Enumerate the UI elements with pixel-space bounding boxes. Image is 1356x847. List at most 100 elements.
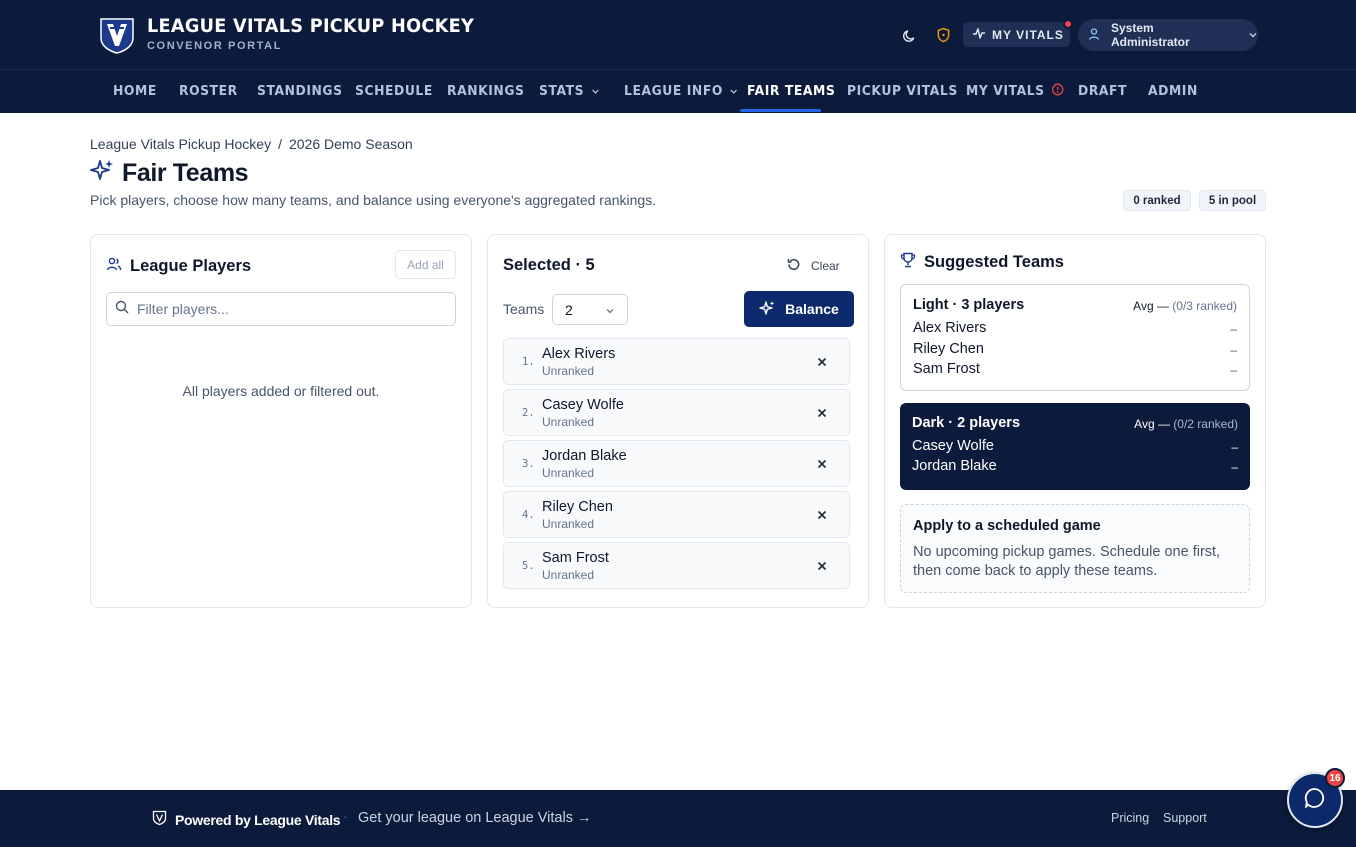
player-rank-status: Unranked [542,466,595,480]
top-bar: LEAGUE VITALS PICKUP HOCKEY CONVENOR POR… [0,0,1356,70]
nav-fair-teams[interactable]: FAIR TEAMS [747,70,835,113]
team-player-name: Riley Chen [913,341,984,357]
team-player-rating: – [1230,363,1237,377]
remove-player-icon[interactable] [812,557,832,575]
footer-brand-link[interactable]: Powered by League Vitals [152,810,341,829]
chevron-down-icon [591,84,600,99]
nav-draft[interactable]: DRAFT [1078,70,1127,113]
footer-support-link[interactable]: Support [1163,811,1207,825]
moon-icon[interactable] [898,24,920,46]
user-menu-button[interactable]: System Administrator [1078,19,1258,51]
selected-players-card: Selected · 5 Clear Teams 2 Balance 1. Al… [487,234,869,608]
nav-stats[interactable]: STATS [539,70,599,113]
player-filter-input[interactable] [137,301,437,317]
footer-separator: · [343,808,348,824]
clear-label: Clear [811,259,840,273]
clear-button[interactable]: Clear [786,257,840,275]
team-avg-value: Avg — [1133,299,1169,313]
my-vitals-label: MY VITALS [992,27,1064,42]
player-rank-status: Unranked [542,568,595,582]
selected-player-row: 5. Sam Frost Unranked [503,542,850,589]
team-player-name: Sam Frost [913,361,980,377]
breadcrumb-league[interactable]: League Vitals Pickup Hockey [90,136,271,152]
sparkles-icon [759,300,775,319]
breadcrumb-separator: / [278,136,282,152]
apply-to-game-box: Apply to a scheduled game No upcoming pi… [900,504,1250,593]
nav-my-vitals-label: MY VITALS [966,84,1045,99]
nav-schedule[interactable]: SCHEDULE [355,70,433,113]
team-average: Avg — (0/3 ranked) [1133,299,1237,313]
add-all-button[interactable]: Add all [395,250,456,279]
league-shield-logo[interactable] [98,16,136,54]
player-name: Alex Rivers [542,346,616,362]
nav-league-info-label: LEAGUE INFO [624,84,723,99]
chevron-down-icon [1248,28,1258,42]
suggested-teams-card: Suggested Teams Light · 3 players Avg — … [884,234,1266,608]
footer-pricing-link[interactable]: Pricing [1111,811,1149,825]
main-nav: HOME ROSTER STANDINGS SCHEDULE RANKINGS … [0,70,1356,113]
sparkles-icon [90,158,114,189]
nav-pickup-vitals[interactable]: PICKUP VITALS [847,70,958,113]
footer-cta-link[interactable]: Get your league on League Vitals → [358,810,592,826]
balance-button[interactable]: Balance [744,291,854,327]
league-players-title: League Players [130,257,252,275]
league-players-header: League Players [106,256,251,277]
selected-title: Selected · 5 [503,256,595,274]
brand-title[interactable]: LEAGUE VITALS PICKUP HOCKEY [147,15,474,37]
nav-league-info[interactable]: LEAGUE INFO [624,70,738,113]
activity-icon [972,27,986,43]
selected-player-row: 1. Alex Rivers Unranked [503,338,850,385]
nav-standings[interactable]: STANDINGS [257,70,343,113]
user-icon [1087,27,1101,44]
team-avg-value: Avg — [1134,417,1170,431]
selected-player-row: 3. Jordan Blake Unranked [503,440,850,487]
player-rank-status: Unranked [542,415,595,429]
teams-label: Teams [503,301,545,317]
breadcrumb-season[interactable]: 2026 Demo Season [289,136,413,152]
user-name: System Administrator [1111,21,1190,49]
search-icon [115,300,129,319]
rotate-ccw-icon [786,257,801,275]
nav-admin[interactable]: ADMIN [1148,70,1198,113]
player-name: Riley Chen [542,499,613,515]
notification-dot [1063,19,1073,29]
chevron-down-icon [730,84,739,99]
active-nav-indicator [740,109,821,112]
my-vitals-button[interactable]: MY VITALS [963,22,1070,47]
nav-my-vitals[interactable]: MY VITALS [966,70,1064,113]
teams-count-select[interactable]: 2 [552,294,628,325]
selected-player-row: 2. Casey Wolfe Unranked [503,389,850,436]
apply-message: No upcoming pickup games. Schedule one f… [913,544,1221,579]
team-player-name: Casey Wolfe [912,438,994,454]
suggested-teams-header: Suggested Teams [900,252,1064,273]
nav-rankings[interactable]: RANKINGS [447,70,524,113]
remove-player-icon[interactable] [812,404,832,422]
selected-player-row: 4. Riley Chen Unranked [503,491,850,538]
page-subtitle: Pick players, choose how many teams, and… [90,192,657,208]
apply-title: Apply to a scheduled game [913,518,1101,534]
remove-player-icon[interactable] [812,455,832,473]
brand-subtitle: CONVENOR PORTAL [147,40,283,52]
team-ranked-count: (0/3 ranked) [1172,299,1237,313]
team-player-rating: – [1230,322,1237,336]
nav-roster[interactable]: ROSTER [179,70,238,113]
empty-players-message: All players added or filtered out. [182,383,380,399]
player-filter[interactable] [106,292,456,326]
nav-home[interactable]: HOME [113,70,157,113]
player-number: 2. [522,407,535,419]
team-light-box: Light · 3 players Avg — (0/3 ranked) Ale… [900,284,1250,391]
pool-count-badge: 5 in pool [1199,190,1266,211]
alert-circle-icon [1051,83,1064,100]
remove-player-icon[interactable] [812,353,832,371]
powered-by-text: Powered by League Vitals [175,811,341,828]
page-title-text: Fair Teams [122,159,249,187]
ranked-count-badge: 0 ranked [1123,190,1191,211]
trophy-icon [900,252,916,273]
team-header: Light · 3 players [913,297,1025,313]
shield-alert-icon[interactable] [932,24,954,46]
team-player-rating: – [1231,460,1238,474]
remove-player-icon[interactable] [812,506,832,524]
team-ranked-count: (0/2 ranked) [1173,417,1238,431]
team-player-name: Alex Rivers [913,320,987,336]
player-number: 3. [522,458,535,470]
